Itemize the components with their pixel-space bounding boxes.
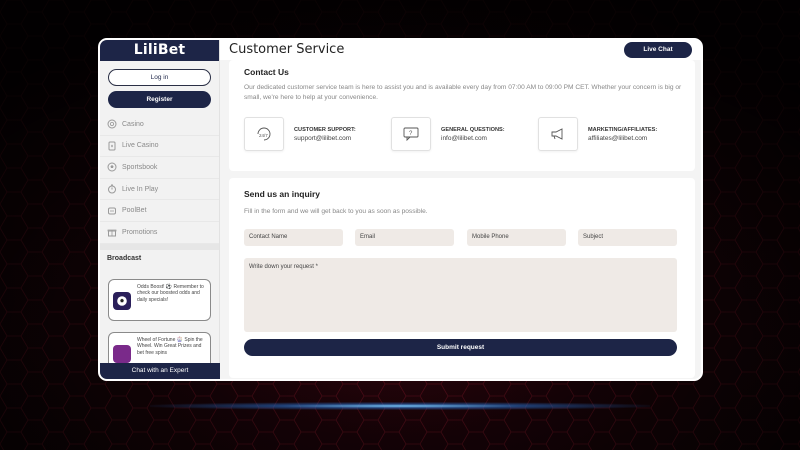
login-button[interactable]: Log in — [108, 69, 211, 86]
live-chat-button[interactable]: Live Chat — [624, 42, 692, 58]
casino-chip-icon — [107, 119, 117, 129]
broadcast-card-text: Wheel of Fortune 🎡 Spin the Wheel. Win G… — [137, 337, 203, 356]
poolbet-icon — [108, 207, 116, 215]
contact-general-questions: ? GENERAL QUESTIONS: info@lilibet.com — [391, 117, 505, 151]
sidebar-item-live-in-play[interactable]: Live In Play — [100, 179, 219, 201]
email-field[interactable]: Email — [355, 229, 454, 246]
contact-us-title: Contact Us — [244, 67, 289, 77]
main-content: Customer Service Live Chat Contact Us Ou… — [220, 40, 701, 379]
sidebar-item-live-casino[interactable]: Live Casino — [100, 136, 219, 158]
sidebar-item-poolbet[interactable]: PoolBet — [100, 200, 219, 222]
broadcast-card-odds-boost[interactable]: Odds Boost! ⚽ Remember to check our boos… — [108, 279, 211, 321]
soccer-ball-icon — [113, 292, 131, 310]
submit-request-button[interactable]: Submit request — [244, 339, 677, 356]
chat-with-expert-button[interactable]: Chat with an Expert — [100, 363, 220, 379]
support-email-link[interactable]: support@lilibet.com — [294, 135, 356, 142]
contact-us-card: Contact Us Our dedicated customer servic… — [229, 60, 695, 171]
lilibet-logo[interactable]: LiliBet — [100, 40, 219, 61]
top-bar: Customer Service Live Chat — [220, 40, 701, 60]
broadcast-title: Broadcast — [107, 254, 142, 262]
sidebar-item-sportsbook[interactable]: Sportsbook — [100, 157, 219, 179]
stopwatch-icon — [108, 184, 116, 194]
svg-text:24/7: 24/7 — [259, 133, 268, 138]
contact-name-field[interactable]: Contact Name — [244, 229, 343, 246]
question-bubble-icon: ? — [391, 117, 431, 151]
page-title: Customer Service — [229, 42, 345, 57]
inquiry-card: Send us an inquiry Fill in the form and … — [229, 178, 695, 378]
sidebar-item-label: Casino — [122, 120, 144, 128]
contact-label: GENERAL QUESTIONS: — [441, 126, 505, 133]
contact-marketing-affiliates: MARKETING/AFFILIATES: affiliates@lilibet… — [538, 117, 657, 151]
gift-icon — [107, 229, 117, 237]
live-casino-icon — [108, 141, 116, 151]
broadcast-card-text: Odds Boost! ⚽ Remember to check our boos… — [137, 284, 204, 303]
glow-line — [150, 402, 650, 410]
contact-label: MARKETING/AFFILIATES: — [588, 126, 658, 133]
sidebar: LiliBet Log in Register Casino Live Casi… — [100, 40, 220, 379]
svg-text:?: ? — [409, 131, 413, 137]
subject-field[interactable]: Subject — [578, 229, 677, 246]
contact-label: CUSTOMER SUPPORT: — [294, 126, 356, 133]
inquiry-title: Send us an inquiry — [244, 189, 321, 199]
inquiry-subtitle: Fill in the form and we will get back to… — [244, 208, 428, 215]
request-textarea[interactable]: Write down your request * — [244, 258, 677, 332]
sidebar-item-casino[interactable]: Casino — [100, 114, 219, 136]
register-button[interactable]: Register — [108, 91, 211, 108]
wheel-icon — [113, 345, 131, 363]
contact-intro: Our dedicated customer service team is h… — [244, 84, 682, 101]
sidebar-item-label: Live In Play — [122, 185, 159, 193]
app-window: LiliBet Log in Register Casino Live Casi… — [98, 38, 703, 381]
info-email-link[interactable]: info@lilibet.com — [441, 135, 505, 142]
sidebar-item-label: PoolBet — [122, 207, 147, 215]
sidebar-item-label: Sportsbook — [122, 163, 158, 171]
support-24-7-icon: 24/7 — [244, 117, 284, 151]
mobile-phone-field[interactable]: Mobile Phone — [467, 229, 566, 246]
soccer-ball-icon — [107, 162, 117, 172]
affiliates-email-link[interactable]: affiliates@lilibet.com — [588, 135, 657, 142]
sidebar-item-promotions[interactable]: Promotions — [100, 222, 219, 244]
sidebar-item-label: Live Casino — [122, 142, 159, 150]
megaphone-icon — [538, 117, 578, 151]
contact-customer-support: 24/7 CUSTOMER SUPPORT: support@lilibet.c… — [244, 117, 356, 151]
sidebar-nav: Casino Live Casino Sportsbook Live In Pl… — [100, 114, 219, 244]
sidebar-item-label: Promotions — [122, 228, 158, 236]
